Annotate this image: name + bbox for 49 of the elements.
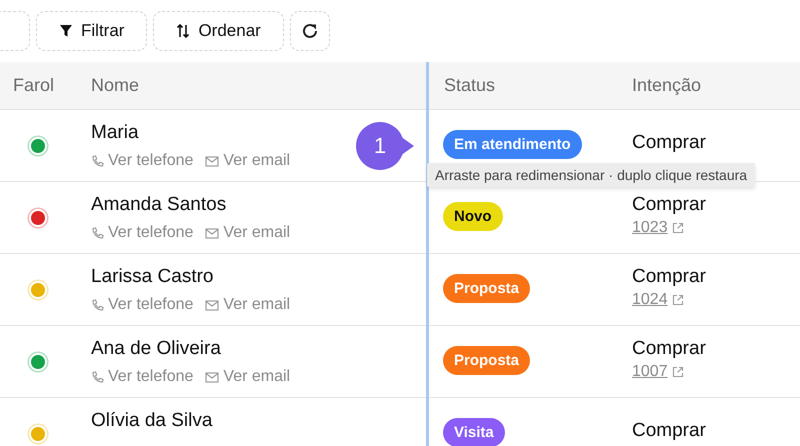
column-header[interactable]: Intenção: [615, 75, 800, 96]
intent-text: Comprar: [632, 420, 707, 442]
status-tag: Proposta: [443, 346, 530, 375]
lead-name: Olívia da Silva: [91, 410, 214, 432]
external-link-icon: [672, 222, 684, 234]
order-link[interactable]: 1024: [632, 291, 668, 309]
status-tag: Novo: [443, 202, 502, 231]
sort-button[interactable]: Ordenar: [153, 11, 284, 51]
sort-icon: [176, 23, 190, 39]
resize-handle[interactable]: [426, 62, 429, 446]
status-tag: Visita: [443, 418, 505, 446]
column-header[interactable]: Status: [427, 75, 615, 96]
lead-name: Ana de Oliveira: [91, 338, 222, 360]
lead-name: Amanda Santos: [91, 194, 228, 216]
phone-link[interactable]: Ver telefone: [91, 152, 194, 170]
column-header[interactable]: Farol: [0, 75, 75, 96]
email-link[interactable]: Ver email: [205, 296, 290, 314]
refresh-icon: [300, 22, 319, 40]
external-link-icon: [672, 294, 684, 306]
phone-icon: [91, 370, 104, 384]
filter-button[interactable]: Filtrar: [36, 11, 148, 51]
lead-name: Maria: [91, 122, 140, 144]
email-link[interactable]: Ver email: [205, 368, 290, 386]
status-tag: Proposta: [443, 274, 530, 303]
filter-icon: [59, 24, 73, 38]
external-link-icon: [672, 366, 684, 378]
phone-icon: [91, 226, 104, 240]
refresh-button[interactable]: [290, 11, 330, 51]
phone-link[interactable]: Ver telefone: [91, 224, 194, 242]
intent-text: Comprar: [632, 266, 707, 288]
order-link[interactable]: 1007: [632, 363, 668, 381]
phone-link[interactable]: Ver telefone: [91, 296, 194, 314]
mail-icon: [205, 228, 220, 238]
tooltip: Arraste para redimensionar · duplo clique restaura: [427, 163, 756, 187]
mail-icon: [205, 300, 220, 310]
mail-icon: [205, 156, 220, 166]
email-link[interactable]: Ver email: [205, 152, 290, 170]
phone-link[interactable]: Ver telefone: [91, 368, 194, 386]
phone-icon: [91, 298, 104, 312]
phone-icon: [91, 154, 104, 168]
intent-text: Comprar: [632, 338, 707, 360]
column-header[interactable]: Nome: [75, 75, 427, 96]
intent-text: Comprar: [632, 132, 707, 154]
intent-text: Comprar: [632, 194, 707, 216]
email-link[interactable]: Ver email: [205, 224, 290, 242]
mail-icon: [205, 372, 220, 382]
lead-name: Larissa Castro: [91, 266, 214, 288]
order-link[interactable]: 1023: [632, 219, 668, 237]
status-tag: Em atendimento: [443, 130, 582, 159]
